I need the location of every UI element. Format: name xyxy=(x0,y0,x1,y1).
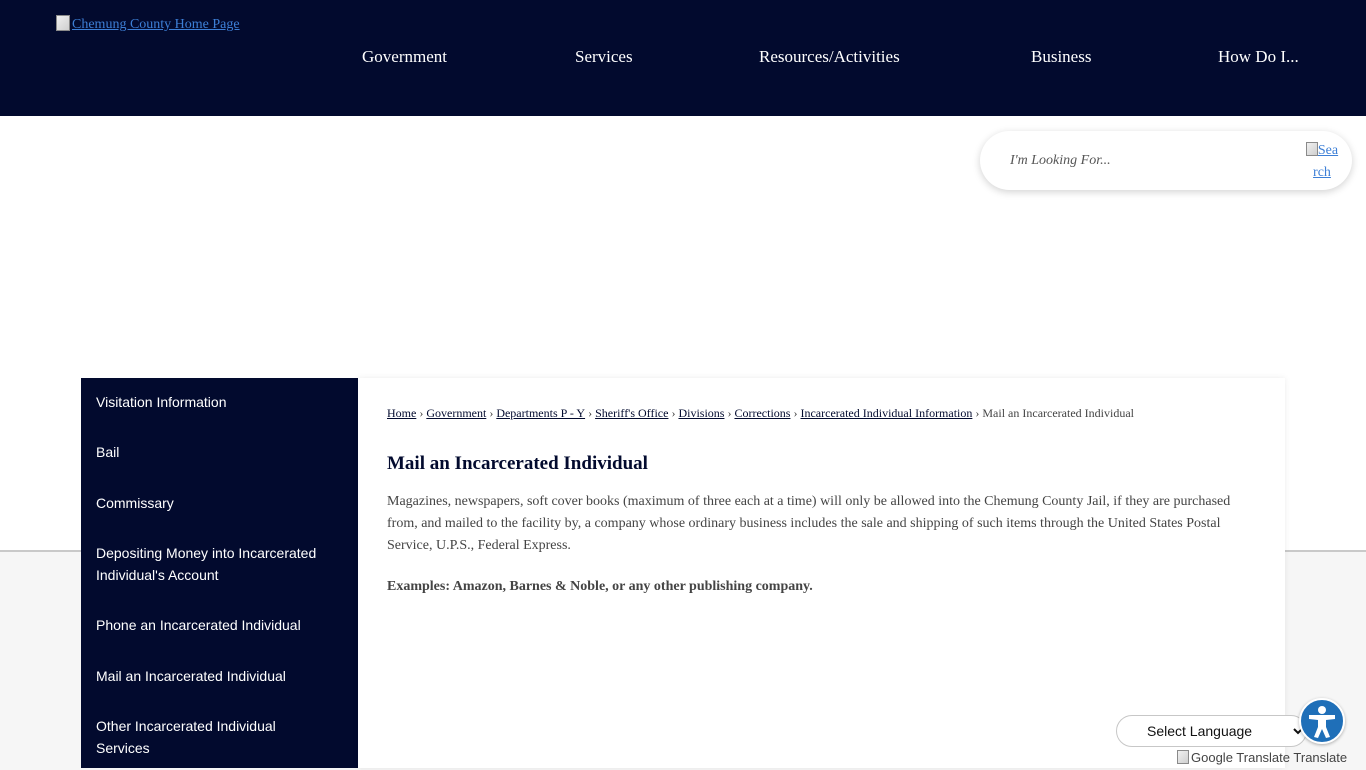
google-translate-alt: Google Translate xyxy=(1191,750,1291,765)
main-content: Home › Government › Departments P - Y › Sherif… xyxy=(358,378,1285,768)
breadcrumb: Home › Government › Departments P - Y › Sherif… xyxy=(387,406,1267,421)
nav-government[interactable]: Government xyxy=(362,47,447,67)
breadcrumb-incarcerated-info[interactable]: Incarcerated Individual Information xyxy=(800,406,972,420)
language-select[interactable]: Select Language xyxy=(1116,715,1307,747)
google-translate-credit: Google Translate Translate xyxy=(1177,750,1347,765)
sidebar-item-other-services[interactable]: Other Incarcerated Individual Services xyxy=(96,715,311,759)
breadcrumb-departments[interactable]: Departments P - Y xyxy=(496,406,585,420)
breadcrumb-separator: › xyxy=(793,406,798,420)
nav-how-do-i[interactable]: How Do I... xyxy=(1218,47,1299,67)
search-alt-line1: Sea xyxy=(1317,143,1339,158)
nav-resources-activities[interactable]: Resources/Activities xyxy=(759,47,900,67)
breadcrumb-separator: › xyxy=(975,406,980,420)
search-box: Sea rch xyxy=(980,131,1352,190)
breadcrumb-separator: › xyxy=(419,406,424,420)
breadcrumb-separator: › xyxy=(489,406,494,420)
breadcrumb-separator: › xyxy=(588,406,593,420)
logo-link[interactable]: Chemung County Home Page xyxy=(56,15,240,33)
sidebar-nav: Visitation Information Bail Commissary D… xyxy=(81,378,358,768)
site-header: Chemung County Home Page Government Serv… xyxy=(0,0,1366,116)
breadcrumb-separator: › xyxy=(671,406,676,420)
translate-label: Translate xyxy=(1293,750,1348,765)
breadcrumb-current: Mail an Incarcerated Individual xyxy=(982,406,1134,420)
examples-paragraph: Examples: Amazon, Barnes & Noble, or any… xyxy=(387,579,813,594)
breadcrumb-government[interactable]: Government xyxy=(426,406,486,420)
breadcrumb-separator: › xyxy=(727,406,732,420)
sidebar-item-visitation[interactable]: Visitation Information xyxy=(96,391,346,413)
breadcrumb-corrections[interactable]: Corrections xyxy=(734,406,790,420)
search-alt-line2: rch xyxy=(1313,165,1331,180)
search-icon xyxy=(1305,142,1318,156)
logo-alt-text: Chemung County Home Page xyxy=(72,17,240,32)
search-input[interactable] xyxy=(1008,149,1282,173)
sidebar-item-mail[interactable]: Mail an Incarcerated Individual xyxy=(96,665,346,687)
google-translate-icon xyxy=(1177,750,1189,764)
breadcrumb-home[interactable]: Home xyxy=(387,406,416,420)
breadcrumb-divisions[interactable]: Divisions xyxy=(678,406,724,420)
sidebar-item-depositing-money[interactable]: Depositing Money into Incarcerated Indiv… xyxy=(96,542,321,586)
nav-business[interactable]: Business xyxy=(1031,47,1091,67)
search-button[interactable]: Sea rch xyxy=(1302,140,1342,184)
accessibility-button[interactable] xyxy=(1299,698,1345,744)
breadcrumb-sheriffs-office[interactable]: Sheriff's Office xyxy=(595,406,668,420)
sidebar-item-phone[interactable]: Phone an Incarcerated Individual xyxy=(96,614,346,636)
nav-services[interactable]: Services xyxy=(575,47,633,67)
sidebar-item-commissary[interactable]: Commissary xyxy=(96,492,346,514)
body-paragraph: Magazines, newspapers, soft cover books … xyxy=(387,494,1231,553)
page-title: Mail an Incarcerated Individual xyxy=(387,453,648,474)
accessibility-icon xyxy=(1309,706,1335,738)
sidebar-item-bail[interactable]: Bail xyxy=(96,441,346,463)
broken-image-icon xyxy=(56,15,70,31)
